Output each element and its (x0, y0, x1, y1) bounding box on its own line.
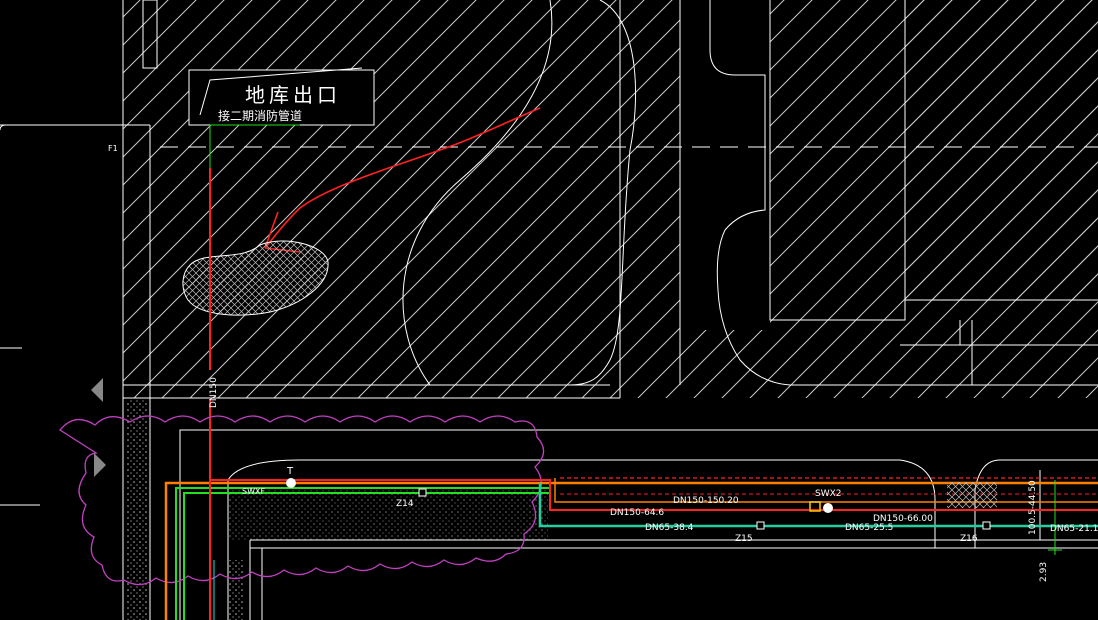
zone-label-16: Z16 (960, 534, 978, 544)
zone-label-15: Z15 (735, 534, 753, 544)
node-label-b: SWX2 (815, 489, 842, 499)
elevation-label: 2.93 (1039, 562, 1049, 582)
grid-axis-label: F1 (108, 144, 118, 153)
pipe-label-1: DN150-64.6 (610, 508, 664, 518)
prev-view-button[interactable] (91, 378, 103, 402)
kerb-band-lower (228, 560, 244, 620)
road-strip (228, 490, 548, 540)
subtitle-text: 接二期消防管道 (218, 108, 302, 123)
zone-label-14: Z14 (396, 499, 414, 509)
pipe-label-2: DN150-150.20 (673, 496, 739, 506)
pipe-label-6: DN65-21.1 (1050, 524, 1098, 534)
hatched-slab (123, 0, 1098, 398)
vertical-dimension: 100.5-44.50 (1028, 480, 1038, 535)
triangle-right-icon (94, 453, 106, 477)
title-text: 地库出口 (245, 83, 341, 107)
triangle-left-icon (91, 378, 103, 402)
pipe-label-3: DN65-38.4 (645, 523, 694, 533)
next-view-button[interactable] (94, 453, 106, 477)
cad-drawing-canvas[interactable]: F1 地库出口 接二期消防管道 DN150 T SWXF SWX2 Z14 Z1… (0, 0, 1098, 620)
kerb-band (126, 398, 148, 620)
tee-label: T (286, 466, 294, 477)
title-box: 地库出口 接二期消防管道 (188, 67, 375, 126)
edge-ticks (0, 347, 40, 506)
valve-chamber-hatch (947, 482, 997, 508)
node-label-a: SWXF (242, 487, 265, 496)
pipe-label-5: DN150-66.00 (873, 514, 933, 524)
pipe-label-4: DN65-25.5 (845, 523, 893, 533)
riser-label: DN150 (209, 377, 219, 408)
